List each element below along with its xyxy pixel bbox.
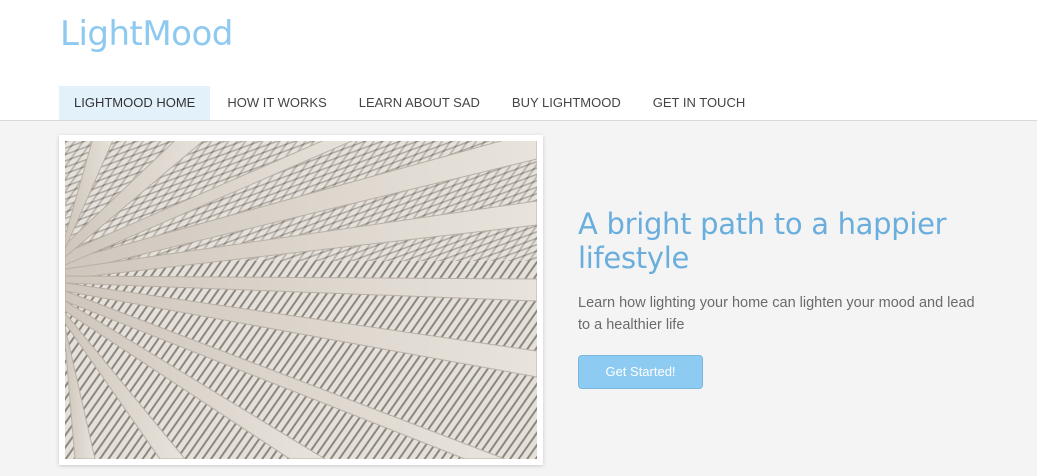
hero-image-frame: [59, 135, 543, 465]
hero-subtext: Learn how lighting your home can lighten…: [578, 295, 975, 333]
nav-item-contact[interactable]: GET IN TOUCH: [638, 86, 760, 120]
nav-item-buy[interactable]: BUY LIGHTMOOD: [497, 86, 636, 120]
nav-item-learn-about-sad[interactable]: LEARN ABOUT SAD: [344, 86, 495, 120]
site-logo[interactable]: LightMood: [60, 14, 233, 54]
hero-image: [65, 141, 537, 459]
hero-headline: A bright path to a happier lifestyle: [578, 207, 947, 275]
nav-item-how-it-works[interactable]: HOW IT WORKS: [212, 86, 341, 120]
get-started-button[interactable]: Get Started!: [578, 355, 703, 389]
site-header: LightMood LIGHTMOOD HOME HOW IT WORKS LE…: [0, 0, 1037, 121]
nav-item-home[interactable]: LIGHTMOOD HOME: [59, 86, 211, 120]
main-nav: LIGHTMOOD HOME HOW IT WORKS LEARN ABOUT …: [59, 86, 760, 120]
